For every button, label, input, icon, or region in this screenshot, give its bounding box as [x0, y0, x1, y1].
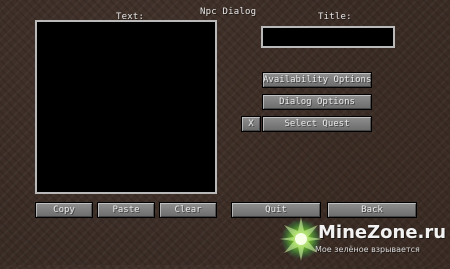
- title-label: Title:: [318, 12, 352, 22]
- dialog-text-content: [41, 26, 211, 188]
- title-input[interactable]: [261, 26, 395, 48]
- quit-button[interactable]: Quit: [231, 202, 321, 218]
- watermark: MineZone.ru Мое зелёное взрывается: [275, 211, 450, 265]
- back-button[interactable]: Back: [327, 202, 417, 218]
- copy-button[interactable]: Copy: [35, 202, 93, 218]
- availability-options-button[interactable]: Availability Options: [262, 72, 372, 88]
- clear-quest-x-button[interactable]: X: [241, 116, 261, 132]
- clear-button[interactable]: Clear: [159, 202, 217, 218]
- minezone-logo-icon: [275, 213, 327, 265]
- dialog-options-button[interactable]: Dialog Options: [262, 94, 372, 110]
- paste-button[interactable]: Paste: [97, 202, 155, 218]
- select-quest-button[interactable]: Select Quest: [262, 116, 372, 132]
- screen-title: Npc Dialog: [200, 7, 257, 17]
- dialog-text-area[interactable]: [35, 20, 217, 194]
- watermark-site: MineZone.ru: [318, 222, 447, 243]
- watermark-tagline: Мое зелёное взрывается: [315, 245, 420, 254]
